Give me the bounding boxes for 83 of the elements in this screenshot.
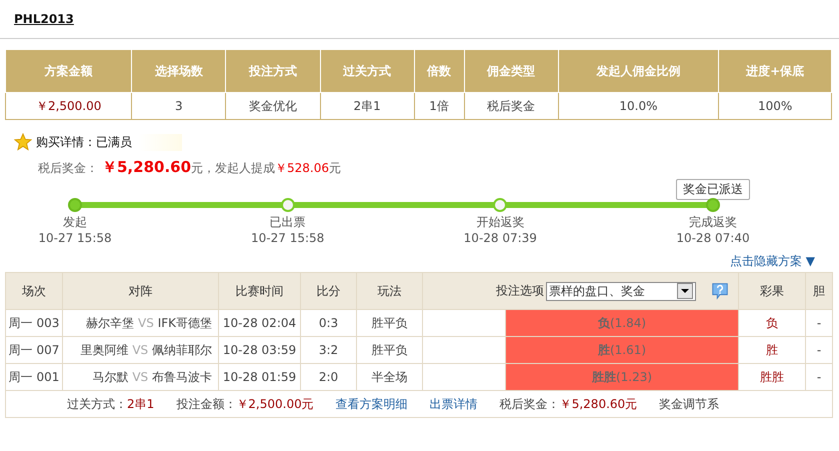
result-cell: 负	[738, 310, 806, 336]
table-cell: 10-28 03:59	[218, 336, 300, 364]
purchase-status: 购买详情：已满员	[36, 134, 182, 150]
header-cell: 比赛时间	[218, 272, 300, 310]
prize-note: 元，发起人提成	[191, 160, 276, 177]
table-cell: 胜平负	[356, 310, 422, 336]
header-cell: 投注选项	[496, 283, 544, 298]
prize-label: 税后奖金：	[38, 160, 98, 177]
commission-amount: ￥528.06	[275, 160, 330, 177]
prize-amount: ￥5,280.60	[102, 158, 192, 177]
step-label: 发起	[63, 214, 87, 231]
header-cell: 彩果	[738, 272, 806, 310]
vs-label: VS	[132, 342, 148, 356]
help-icon[interactable]	[710, 281, 730, 301]
header-cell: 玩法	[356, 272, 422, 310]
table-cell: 税后奖金	[464, 92, 558, 120]
plan-detail-link[interactable]: 查看方案明细	[336, 396, 408, 412]
step-time: 10-27 15:58	[251, 231, 324, 245]
table-cell: 周一 007	[6, 336, 62, 364]
header-cell: 进度+保底	[718, 50, 832, 92]
step-time: 10-28 07:39	[464, 231, 537, 245]
table-cell: 奖金优化	[226, 92, 320, 120]
factor-label: 奖金调节系	[659, 396, 720, 412]
table-cell: 10-28 01:59	[218, 364, 300, 390]
home-team: 赫尔辛堡	[86, 316, 134, 330]
table-cell: 2:0	[300, 364, 356, 390]
unit-label: 元	[329, 160, 342, 177]
result-cell: 胜	[738, 336, 806, 364]
table-cell: ￥2,500.00	[6, 92, 132, 120]
header-cell: 佣金类型	[464, 50, 558, 92]
step-label: 完成返奖	[688, 214, 737, 231]
table-cell: 0:3	[300, 310, 356, 336]
table-cell: 周一 001	[6, 364, 62, 390]
vs-label: VS	[132, 370, 148, 384]
bet-option-cell: 胜胜(1.23)	[506, 364, 738, 390]
header-cell: 场次	[6, 272, 62, 310]
step-time: 10-28 07:40	[676, 231, 750, 245]
bet-amount: ￥2,500.00元	[236, 396, 314, 412]
bet-label: 投注金额：	[176, 396, 236, 412]
prize-sent-button[interactable]: 奖金已派送	[676, 179, 750, 200]
pass-value: 2串1	[127, 396, 154, 412]
table-cell: 半全场	[356, 364, 422, 390]
bet-option-cell: 胜(1.61)	[506, 336, 738, 364]
table-cell: 胜平负	[356, 336, 422, 364]
table-cell: 100%	[718, 92, 832, 120]
table-cell: 1倍	[414, 92, 464, 120]
table-cell: 10-28 02:04	[218, 310, 300, 336]
table-cell: -	[806, 310, 832, 336]
step-label: 已出票	[270, 214, 306, 231]
home-team: 马尔默	[92, 370, 129, 384]
header-cell: 倍数	[414, 50, 464, 92]
table-cell: 10.0%	[558, 92, 719, 120]
star-icon	[14, 133, 32, 151]
bet-option-cell: 负(1.84)	[506, 310, 738, 336]
table-cell: 3:2	[300, 336, 356, 364]
header-cell: 选择场数	[132, 50, 226, 92]
ticket-detail-link[interactable]: 出票详情	[430, 396, 478, 412]
prize-amount: ￥5,280.60元	[560, 396, 638, 412]
prize-label: 税后奖金：	[500, 396, 560, 412]
header-cell: 对阵	[62, 272, 218, 310]
vs-label: VS	[138, 316, 154, 330]
option-dropdown[interactable]: 票样的盘口、奖金	[546, 282, 696, 300]
header-cell: 方案金额	[6, 50, 132, 92]
table-cell: -	[806, 336, 832, 364]
table-cell: -	[806, 364, 832, 390]
header-cell: 投注方式	[226, 50, 320, 92]
table-cell: 周一 003	[6, 310, 62, 336]
header-cell: 发起人佣金比例	[558, 50, 719, 92]
header-cell: 过关方式	[320, 50, 414, 92]
step-time: 10-27 15:58	[38, 231, 112, 245]
away-team: 布鲁马波卡	[152, 370, 212, 384]
pass-label: 过关方式：	[67, 396, 127, 412]
home-team: 里奥阿维	[80, 342, 129, 356]
away-team: 佩纳菲耶尔	[152, 342, 212, 356]
step-label: 开始返奖	[476, 214, 524, 231]
table-cell: 2串1	[320, 92, 414, 120]
table-cell: 3	[132, 92, 226, 120]
away-team: IFK哥德堡	[158, 316, 212, 330]
hide-plan-link[interactable]: 点击隐藏方案 ▼	[730, 253, 815, 270]
header-cell: 胆	[806, 272, 832, 310]
header-cell: 比分	[300, 272, 356, 310]
result-cell: 胜胜	[738, 364, 806, 390]
plan-title[interactable]: PHL2013	[14, 12, 74, 26]
